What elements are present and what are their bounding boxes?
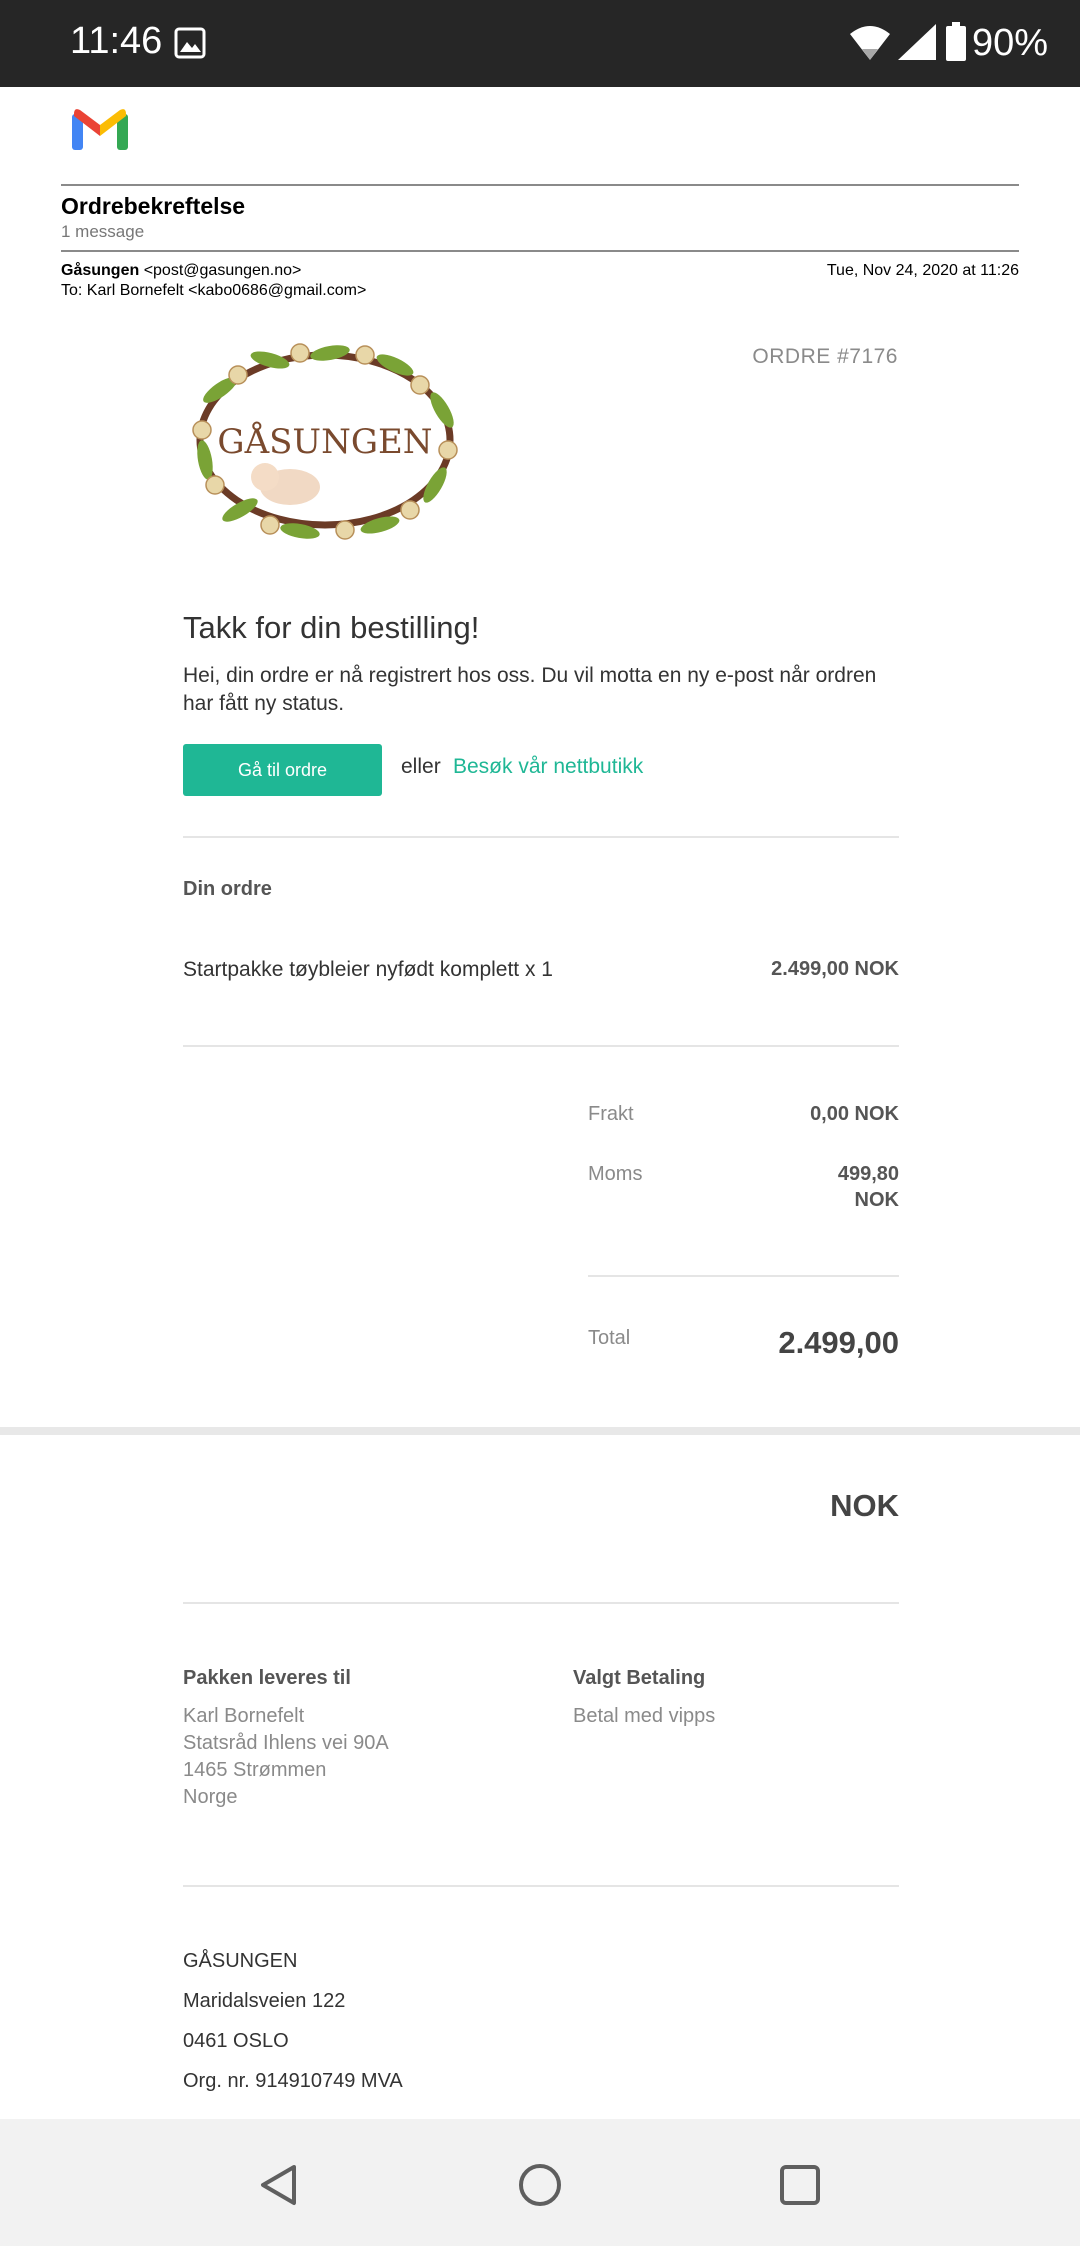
divider — [61, 184, 1019, 186]
message-count: 1 message — [61, 222, 145, 241]
status-time: 11:46 — [70, 20, 163, 62]
vat-value: 499,80 NOK — [809, 1161, 899, 1213]
back-icon[interactable] — [258, 2163, 298, 2212]
delivery-address: Karl Bornefelt Statsråd Ihlens vei 90A 1… — [183, 1703, 389, 1811]
delivery-line: Norge — [183, 1786, 238, 1808]
vat-value-amount: 499,80 — [837, 1163, 899, 1185]
total-currency: NOK — [830, 1488, 899, 1523]
delivery-line: Karl Bornefelt — [183, 1705, 305, 1727]
wifi-icon — [848, 22, 892, 67]
email-date: Tue, Nov 24, 2020 at 11:26 — [826, 262, 1019, 279]
company-name: GÅSUNGEN — [183, 1950, 298, 1972]
sender-name: Gåsungen — [61, 262, 140, 279]
order-section-title: Din ordre — [183, 878, 272, 900]
email-subject: Ordrebekreftelse — [61, 193, 246, 219]
divider — [183, 1885, 899, 1887]
company-address: Maridalsveien 122 — [183, 1990, 346, 2012]
intro-text: Hei, din ordre er nå registrert hos oss.… — [183, 664, 877, 715]
home-icon[interactable] — [517, 2162, 563, 2213]
order-item-name: Startpakke tøybleier nyfødt komplett x 1 — [183, 958, 553, 981]
or-text: eller — [401, 755, 441, 778]
divider — [588, 1275, 899, 1277]
sender-line: Gåsungen <post@gasungen.no> — [61, 262, 301, 280]
battery-icon — [945, 22, 967, 67]
sender-email[interactable]: <post@gasungen.no> — [144, 262, 302, 279]
store-logo-text: GÅSUNGEN — [217, 421, 432, 462]
company-city: 0461 OSLO — [183, 2030, 289, 2052]
status-bar: 11:46 90% — [0, 0, 1080, 87]
page-break — [0, 1427, 1080, 1435]
delivery-line: 1465 Strømmen — [183, 1759, 327, 1781]
recent-apps-icon[interactable] — [779, 2164, 821, 2211]
shipping-value: 0,00 NOK — [810, 1103, 899, 1125]
company-org-number: Org. nr. 914910749 MVA — [183, 2070, 403, 2092]
visit-shop-link[interactable]: Besøk vår nettbutikk — [453, 755, 643, 779]
order-item-price: 2.499,00 NOK — [771, 958, 899, 980]
divider — [61, 250, 1019, 252]
store-logo: GÅSUNGEN — [180, 335, 470, 560]
recipient-line: To: Karl Bornefelt <kabo0686@gmail.com> — [61, 282, 367, 299]
divider — [183, 1602, 899, 1604]
divider — [183, 1045, 899, 1047]
payment-method: Betal med vipps — [573, 1705, 716, 1727]
delivery-title: Pakken leveres til — [183, 1667, 351, 1689]
total-label: Total — [588, 1327, 631, 1349]
thanks-heading: Takk for din bestilling! — [183, 610, 480, 645]
delivery-line: Statsråd Ihlens vei 90A — [183, 1732, 389, 1754]
order-number: ORDRE #7176 — [752, 345, 898, 368]
payment-title: Valgt Betaling — [573, 1667, 706, 1689]
image-icon — [174, 27, 206, 64]
signal-icon — [896, 22, 938, 67]
go-to-order-button[interactable]: Gå til ordre — [183, 744, 382, 796]
vat-value-currency: NOK — [854, 1189, 899, 1211]
gmail-logo — [72, 108, 128, 155]
battery-percentage: 90% — [972, 22, 1049, 64]
navigation-bar — [0, 2119, 1080, 2246]
shipping-label: Frakt — [588, 1103, 634, 1125]
vat-label: Moms — [588, 1163, 643, 1185]
total-value: 2.499,00 — [778, 1325, 899, 1360]
divider — [183, 836, 899, 838]
